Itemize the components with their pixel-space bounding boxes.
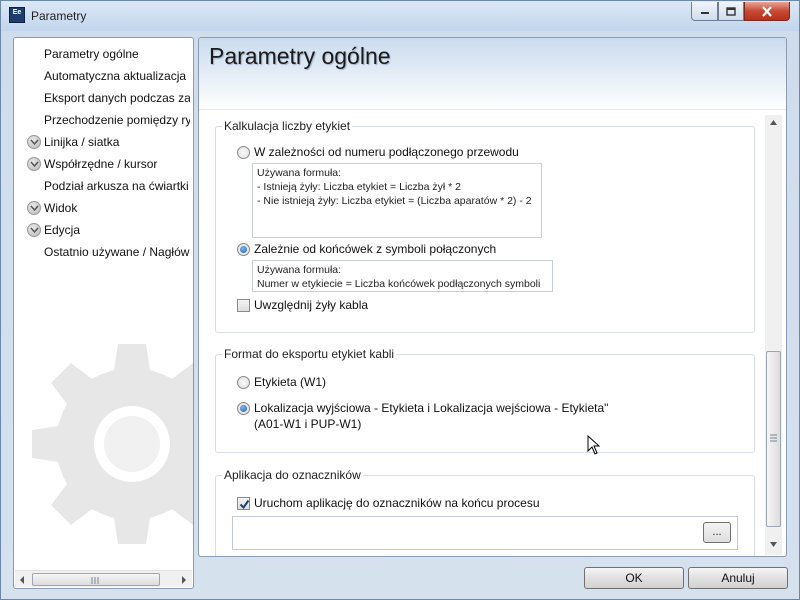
- window-title: Parametry: [31, 9, 87, 23]
- minimize-icon: [700, 12, 709, 14]
- nav-item-auto-update[interactable]: Automatyczna aktualizacja: [14, 66, 193, 86]
- marker-app-group: Aplikacja do oznaczników Uruchom aplikac…: [215, 468, 755, 556]
- title-bar[interactable]: Ee Parametry: [1, 1, 799, 31]
- nav-item-data-export[interactable]: Eksport danych podczas zarządzania: [14, 88, 193, 108]
- wire-number-radio[interactable]: [237, 146, 250, 159]
- group-title: Kalkulacja liczby etykiet: [222, 119, 353, 133]
- cancel-button[interactable]: Anuluj: [688, 567, 788, 589]
- panel-vertical-scrollbar[interactable]: [765, 115, 782, 555]
- expand-icon[interactable]: [27, 223, 41, 237]
- include-cores-checkbox[interactable]: [237, 299, 250, 312]
- maximize-button[interactable]: [718, 2, 744, 21]
- expand-icon[interactable]: [27, 157, 41, 171]
- page-title: Parametry ogólne: [209, 43, 391, 69]
- export-format-group: Format do eksportu etykiet kabli Etykiet…: [215, 347, 755, 453]
- symbol-ends-label[interactable]: Zależnie od końcówek z symboli połączony…: [254, 242, 496, 256]
- close-icon: [762, 5, 772, 17]
- nav-item-label: Eksport danych podczas zarządzania: [44, 91, 190, 105]
- settings-content-panel: Parametry ogólne Kalkulacja liczby etyki…: [198, 37, 787, 557]
- scrollbar-thumb[interactable]: [32, 573, 160, 586]
- parametry-dialog: Ee Parametry Parametry ogólne Automatycz…: [0, 0, 800, 600]
- gear-watermark-icon: [32, 344, 193, 544]
- close-button[interactable]: [744, 2, 790, 21]
- location-format-example[interactable]: (A01-W1 i PUP-W1): [254, 417, 361, 431]
- nav-item-ruler-grid[interactable]: Linijka / siatka: [14, 132, 193, 152]
- label-format-label[interactable]: Etykieta (W1): [254, 375, 326, 389]
- maximize-icon: [726, 6, 736, 16]
- nav-item-view[interactable]: Widok: [14, 198, 193, 218]
- group-title: Format do eksportu etykiet kabli: [222, 347, 397, 361]
- scroll-up-icon[interactable]: [769, 119, 778, 126]
- location-format-label[interactable]: Lokalizacja wyjściowa - Etykieta i Lokal…: [254, 401, 608, 415]
- nav-item-edit[interactable]: Edycja: [14, 220, 193, 240]
- nav-item-label: Współrzędne / kursor: [44, 157, 158, 171]
- ok-button[interactable]: OK: [584, 567, 684, 589]
- nav-item-label: Parametry ogólne: [44, 47, 139, 61]
- nav-item-label: Linijka / siatka: [44, 135, 120, 149]
- wire-formula-box: Używana formuła: - Istnieją żyły: Liczba…: [252, 163, 542, 238]
- nav-item-recent-headers[interactable]: Ostatnio używane / Nagłówki: [14, 242, 193, 262]
- location-format-radio[interactable]: [237, 402, 250, 415]
- checkmark-icon: [239, 499, 250, 510]
- nav-item-label: Automatyczna aktualizacja: [44, 69, 187, 83]
- scroll-down-icon[interactable]: [769, 541, 778, 548]
- nav-item-navigation[interactable]: Przechodzenie pomiędzy rysunkami: [14, 110, 193, 130]
- minimize-button[interactable]: [691, 2, 718, 21]
- nav-item-coordinates-cursor[interactable]: Współrzędne / kursor: [14, 154, 193, 174]
- settings-nav-tree[interactable]: Parametry ogólne Automatyczna aktualizac…: [13, 37, 194, 589]
- run-marker-app-label[interactable]: Uruchom aplikację do oznaczników na końc…: [254, 496, 540, 510]
- nav-item-label: Podział arkusza na ćwiartki: [44, 179, 189, 193]
- panel-header: Parametry ogólne: [199, 38, 786, 110]
- include-cores-label[interactable]: Uwzględnij żyły kabla: [254, 298, 368, 312]
- scroll-right-icon[interactable]: [179, 575, 189, 585]
- marker-app-path-field[interactable]: [232, 516, 738, 550]
- app-icon: Ee: [9, 7, 25, 23]
- nav-horizontal-scrollbar[interactable]: [15, 570, 192, 587]
- expand-icon[interactable]: [27, 201, 41, 215]
- symbol-ends-radio[interactable]: [237, 243, 250, 256]
- scrollbar-thumb[interactable]: [766, 351, 781, 527]
- nav-item-label: Widok: [44, 201, 78, 215]
- nav-item-general[interactable]: Parametry ogólne: [14, 44, 193, 64]
- mouse-cursor-icon: [587, 435, 600, 455]
- expand-icon[interactable]: [27, 135, 41, 149]
- nav-item-sheet-quarters[interactable]: Podział arkusza na ćwiartki: [14, 176, 193, 196]
- run-marker-app-checkbox[interactable]: [237, 497, 250, 510]
- wire-number-label[interactable]: W zależności od numeru podłączonego prze…: [254, 145, 519, 159]
- group-title: Aplikacja do oznaczników: [222, 468, 363, 482]
- nav-item-label: Przechodzenie pomiędzy rysunkami: [44, 113, 190, 127]
- browse-button[interactable]: ...: [703, 522, 731, 543]
- ends-formula-box: Używana formuła: Numer w etykiecie = Lic…: [252, 260, 553, 292]
- nav-item-label: Ostatnio używane / Nagłówki: [44, 245, 190, 259]
- scroll-left-icon[interactable]: [18, 575, 28, 585]
- label-format-radio[interactable]: [237, 376, 250, 389]
- nav-item-label: Edycja: [44, 223, 81, 237]
- label-count-group: Kalkulacja liczby etykiet W zależności o…: [215, 119, 755, 333]
